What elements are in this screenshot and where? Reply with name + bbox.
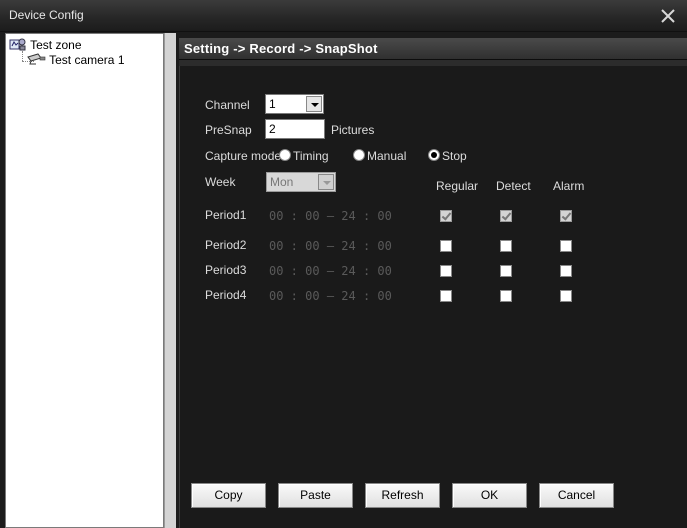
- camera-icon: [26, 53, 46, 69]
- channel-label: Channel: [205, 98, 250, 112]
- time-separator: :: [355, 209, 378, 223]
- period-start-h[interactable]: 00: [269, 289, 283, 303]
- capture-mode-stop-radio[interactable]: [428, 149, 440, 161]
- week-select[interactable]: Mon: [266, 172, 336, 192]
- period-label: Period1: [205, 208, 247, 222]
- period-time-range: 00 : 00 – 24 : 00: [269, 264, 392, 278]
- period-start-m[interactable]: 00: [305, 209, 319, 223]
- chevron-down-icon[interactable]: [318, 174, 334, 190]
- device-tree[interactable]: Test zone Test camera 1: [5, 33, 164, 528]
- period-end-m[interactable]: 00: [377, 264, 391, 278]
- period-detect-checkbox[interactable]: [500, 240, 512, 252]
- period-time-range: 00 : 00 – 24 : 00: [269, 239, 392, 253]
- chevron-down-icon[interactable]: [306, 96, 322, 112]
- breadcrumb: Setting -> Record -> SnapShot: [184, 41, 378, 56]
- period-end-h[interactable]: 24: [341, 264, 355, 278]
- capture-mode-stop-label: Stop: [442, 149, 467, 163]
- period-end-m[interactable]: 00: [377, 209, 391, 223]
- period-label: Period2: [205, 238, 247, 252]
- week-label: Week: [205, 175, 236, 189]
- window-title: Device Config: [9, 8, 84, 22]
- copy-button[interactable]: Copy: [191, 483, 266, 508]
- capture-mode-timing-radio[interactable]: [279, 149, 291, 161]
- time-separator: :: [283, 209, 306, 223]
- time-separator: –: [319, 209, 342, 223]
- zone-icon: [9, 37, 27, 55]
- column-alarm: Alarm: [553, 179, 585, 193]
- tree-item-test-camera-1[interactable]: Test camera 1: [26, 53, 125, 68]
- time-separator: :: [283, 264, 306, 278]
- period-end-h[interactable]: 24: [341, 239, 355, 253]
- period-start-m[interactable]: 00: [305, 289, 319, 303]
- tree-item-label: Test zone: [30, 38, 82, 53]
- period-alarm-checkbox[interactable]: [560, 240, 572, 252]
- capture-mode-manual-label: Manual: [367, 149, 407, 163]
- period-detect-checkbox[interactable]: [500, 290, 512, 302]
- period-start-h[interactable]: 00: [269, 264, 283, 278]
- period-regular-checkbox[interactable]: [440, 290, 452, 302]
- column-regular: Regular: [436, 179, 479, 193]
- time-separator: :: [283, 239, 306, 253]
- period-end-m[interactable]: 00: [377, 239, 391, 253]
- period-start-h[interactable]: 00: [269, 209, 283, 223]
- period-alarm-checkbox[interactable]: [560, 290, 572, 302]
- period-alarm-checkbox[interactable]: [560, 265, 572, 277]
- period-time-range: 00 : 00 – 24 : 00: [269, 289, 392, 303]
- period-end-h[interactable]: 24: [341, 209, 355, 223]
- tree-connector: [22, 51, 23, 61]
- period-start-h[interactable]: 00: [269, 239, 283, 253]
- tree-item-test-zone[interactable]: Test zone: [9, 37, 82, 52]
- period-time-range: 00 : 00 – 24 : 00: [269, 209, 392, 223]
- period-label: Period3: [205, 263, 247, 277]
- refresh-button[interactable]: Refresh: [365, 483, 440, 508]
- time-separator: :: [355, 239, 378, 253]
- channel-value: 1: [269, 97, 276, 111]
- period-start-m[interactable]: 00: [305, 264, 319, 278]
- title-bar: Device Config: [0, 0, 687, 32]
- time-separator: –: [319, 264, 342, 278]
- channel-select[interactable]: 1: [265, 94, 324, 114]
- period-detect-checkbox[interactable]: [500, 265, 512, 277]
- time-separator: :: [283, 289, 306, 303]
- close-icon[interactable]: [658, 6, 678, 26]
- presnap-unit-label: Pictures: [331, 123, 375, 137]
- period-detect-checkbox[interactable]: [500, 210, 512, 222]
- presnap-label: PreSnap: [205, 123, 252, 137]
- time-separator: :: [355, 289, 378, 303]
- period-alarm-checkbox[interactable]: [560, 210, 572, 222]
- tree-item-label: Test camera 1: [49, 53, 125, 68]
- period-regular-checkbox[interactable]: [440, 210, 452, 222]
- capture-mode-timing-label: Timing: [293, 149, 329, 163]
- capture-mode-manual-radio[interactable]: [353, 149, 365, 161]
- column-detect: Detect: [496, 179, 531, 193]
- period-start-m[interactable]: 00: [305, 239, 319, 253]
- period-end-h[interactable]: 24: [341, 289, 355, 303]
- paste-button[interactable]: Paste: [278, 483, 353, 508]
- presnap-value: 2: [269, 122, 276, 136]
- period-regular-checkbox[interactable]: [440, 265, 452, 277]
- time-separator: :: [355, 264, 378, 278]
- period-label: Period4: [205, 288, 247, 302]
- cancel-button[interactable]: Cancel: [539, 483, 614, 508]
- panel-header: Setting -> Record -> SnapShot: [179, 38, 687, 60]
- time-separator: –: [319, 239, 342, 253]
- settings-panel: [179, 38, 687, 528]
- presnap-input[interactable]: 2: [265, 119, 325, 139]
- period-regular-checkbox[interactable]: [440, 240, 452, 252]
- period-end-m[interactable]: 00: [377, 289, 391, 303]
- time-separator: –: [319, 289, 342, 303]
- tree-scrollbar[interactable]: [164, 33, 176, 528]
- week-value: Mon: [270, 175, 294, 189]
- panel-header-strip: [179, 60, 687, 66]
- capture-mode-label: Capture mode: [205, 149, 282, 163]
- ok-button[interactable]: OK: [452, 483, 527, 508]
